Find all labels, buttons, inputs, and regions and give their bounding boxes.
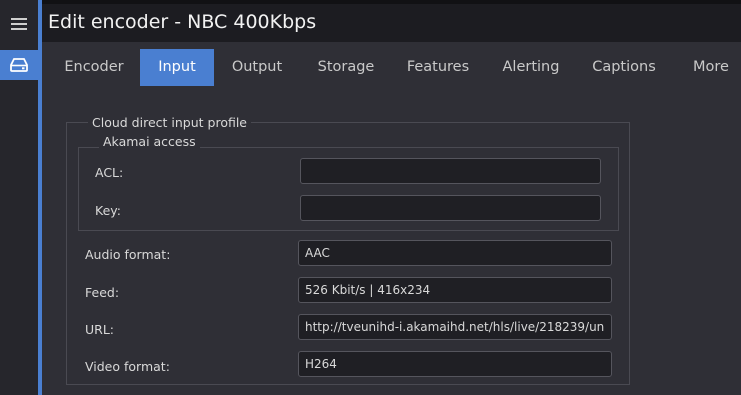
audio-format-label: Audio format: [85, 247, 171, 262]
audio-format-field[interactable] [298, 240, 612, 266]
url-field[interactable] [298, 314, 612, 340]
akamai-access-legend: Akamai access [99, 134, 200, 149]
feed-field[interactable] [298, 277, 612, 303]
window-title: Edit encoder - NBC 400Kbps [48, 11, 317, 33]
url-label: URL: [85, 322, 115, 337]
acl-label: ACL: [95, 165, 124, 180]
video-format-label: Video format: [85, 359, 170, 374]
tab-input[interactable]: Input [140, 49, 214, 86]
feed-label: Feed: [85, 285, 120, 300]
storage-drive-icon [10, 58, 28, 72]
tab-bar: Encoder Input Output Storage Features Al… [42, 42, 741, 92]
acl-field[interactable] [300, 158, 601, 184]
tab-features[interactable]: Features [396, 49, 480, 86]
encoder-nav-button[interactable] [0, 50, 38, 80]
tab-output[interactable]: Output [222, 49, 292, 86]
key-label: Key: [95, 203, 121, 218]
cloud-direct-input-profile-legend: Cloud direct input profile [88, 115, 251, 130]
tab-storage[interactable]: Storage [306, 49, 386, 86]
hamburger-menu-icon [11, 18, 27, 30]
video-format-field[interactable] [298, 351, 612, 377]
tab-captions[interactable]: Captions [584, 49, 664, 86]
key-field[interactable] [300, 195, 601, 221]
tab-encoder[interactable]: Encoder [58, 49, 130, 86]
tab-alerting[interactable]: Alerting [492, 49, 570, 86]
tab-more[interactable]: More [682, 49, 740, 86]
hamburger-menu-button[interactable] [0, 4, 38, 44]
title-bar: Edit encoder - NBC 400Kbps [42, 0, 741, 42]
side-rail [0, 0, 38, 395]
